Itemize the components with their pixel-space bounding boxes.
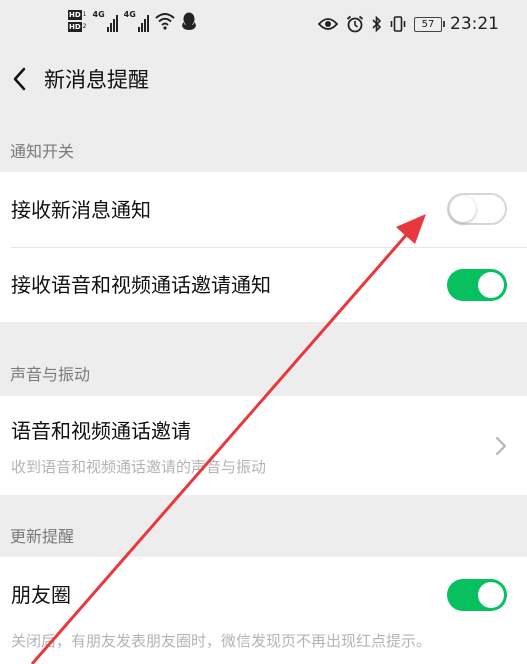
receive-new-message-label: 接收新消息通知 — [11, 198, 151, 222]
moments-description: 关闭后，有朋友发表朋友圈时，微信发现页不再出现红点提示。 — [11, 632, 432, 650]
hd-badge-1: HD 1 — [68, 10, 87, 20]
hd-sub: 2 — [82, 23, 87, 30]
vibrate-icon — [390, 16, 406, 32]
receive-new-message-toggle[interactable] — [447, 193, 507, 225]
chevron-right-icon — [496, 437, 506, 455]
receive-call-invite-label: 接收语音和视频通话邀请通知 — [11, 273, 271, 297]
status-bar: HD 1 HD 2 4G 4G 57 23:21 — [0, 0, 527, 52]
eye-icon — [318, 18, 338, 30]
nav-bar: 新消息提醒 — [0, 52, 527, 108]
hd-label: HD — [68, 22, 82, 32]
signal-1-icon: 4G — [93, 10, 118, 32]
network-type-label: 4G — [123, 10, 136, 19]
page-title: 新消息提醒 — [44, 68, 149, 92]
qq-icon — [181, 12, 196, 30]
bluetooth-icon — [372, 15, 382, 33]
toggle-knob — [478, 582, 504, 608]
toggle-knob — [478, 272, 504, 298]
status-left: HD 1 HD 2 4G 4G — [68, 10, 197, 32]
section-header-update-reminder: 更新提醒 — [10, 527, 75, 546]
hd-label: HD — [68, 10, 82, 20]
signal-2-icon: 4G — [124, 10, 149, 32]
section-header-notifications: 通知开关 — [10, 142, 75, 161]
row-divider — [11, 247, 527, 248]
call-invite-sound-label: 语音和视频通话邀请 — [11, 419, 191, 443]
notification-settings-group: 接收新消息通知 接收语音和视频通话邀请通知 — [0, 172, 527, 322]
status-right: 57 23:21 — [318, 14, 499, 34]
moments-toggle[interactable] — [447, 579, 507, 611]
update-reminder-group: 朋友圈 关闭后，有朋友发表朋友圈时，微信发现页不再出现红点提示。 — [0, 557, 527, 664]
receive-call-invite-toggle[interactable] — [447, 269, 507, 301]
wifi-icon — [155, 13, 175, 30]
toggle-knob — [450, 196, 476, 222]
alarm-icon — [346, 15, 364, 33]
hd-badge-2: HD 2 — [68, 22, 87, 32]
moments-label: 朋友圈 — [11, 583, 71, 607]
hd-sub: 1 — [82, 11, 87, 18]
sound-settings-group[interactable]: 语音和视频通话邀请 收到语音和视频通话邀请的声音与振动 — [0, 396, 527, 495]
call-invite-sound-description: 收到语音和视频通话邀请的声音与振动 — [11, 458, 267, 476]
back-chevron-icon[interactable] — [8, 64, 36, 94]
section-header-sound-vibration: 声音与振动 — [10, 365, 91, 384]
network-type-label: 4G — [92, 10, 105, 19]
status-time: 23:21 — [450, 14, 499, 34]
hd-indicators: HD 1 HD 2 — [68, 10, 87, 32]
battery-icon: 57 — [414, 16, 445, 32]
